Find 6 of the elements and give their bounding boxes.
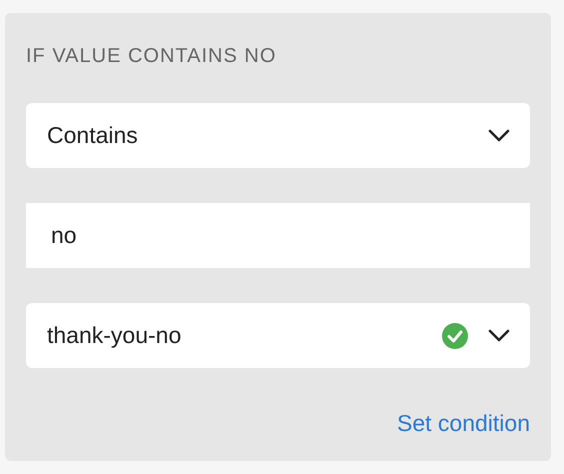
chevron-down-icon <box>488 128 510 142</box>
input-field[interactable]: no <box>26 203 530 268</box>
chevron-down-icon <box>488 328 510 342</box>
dropdown[interactable]: thank-you-no <box>26 303 530 368</box>
dropdown[interactable]: Contains <box>26 103 530 168</box>
panel-title: IF VALUE CONTAINS NO <box>26 44 278 69</box>
